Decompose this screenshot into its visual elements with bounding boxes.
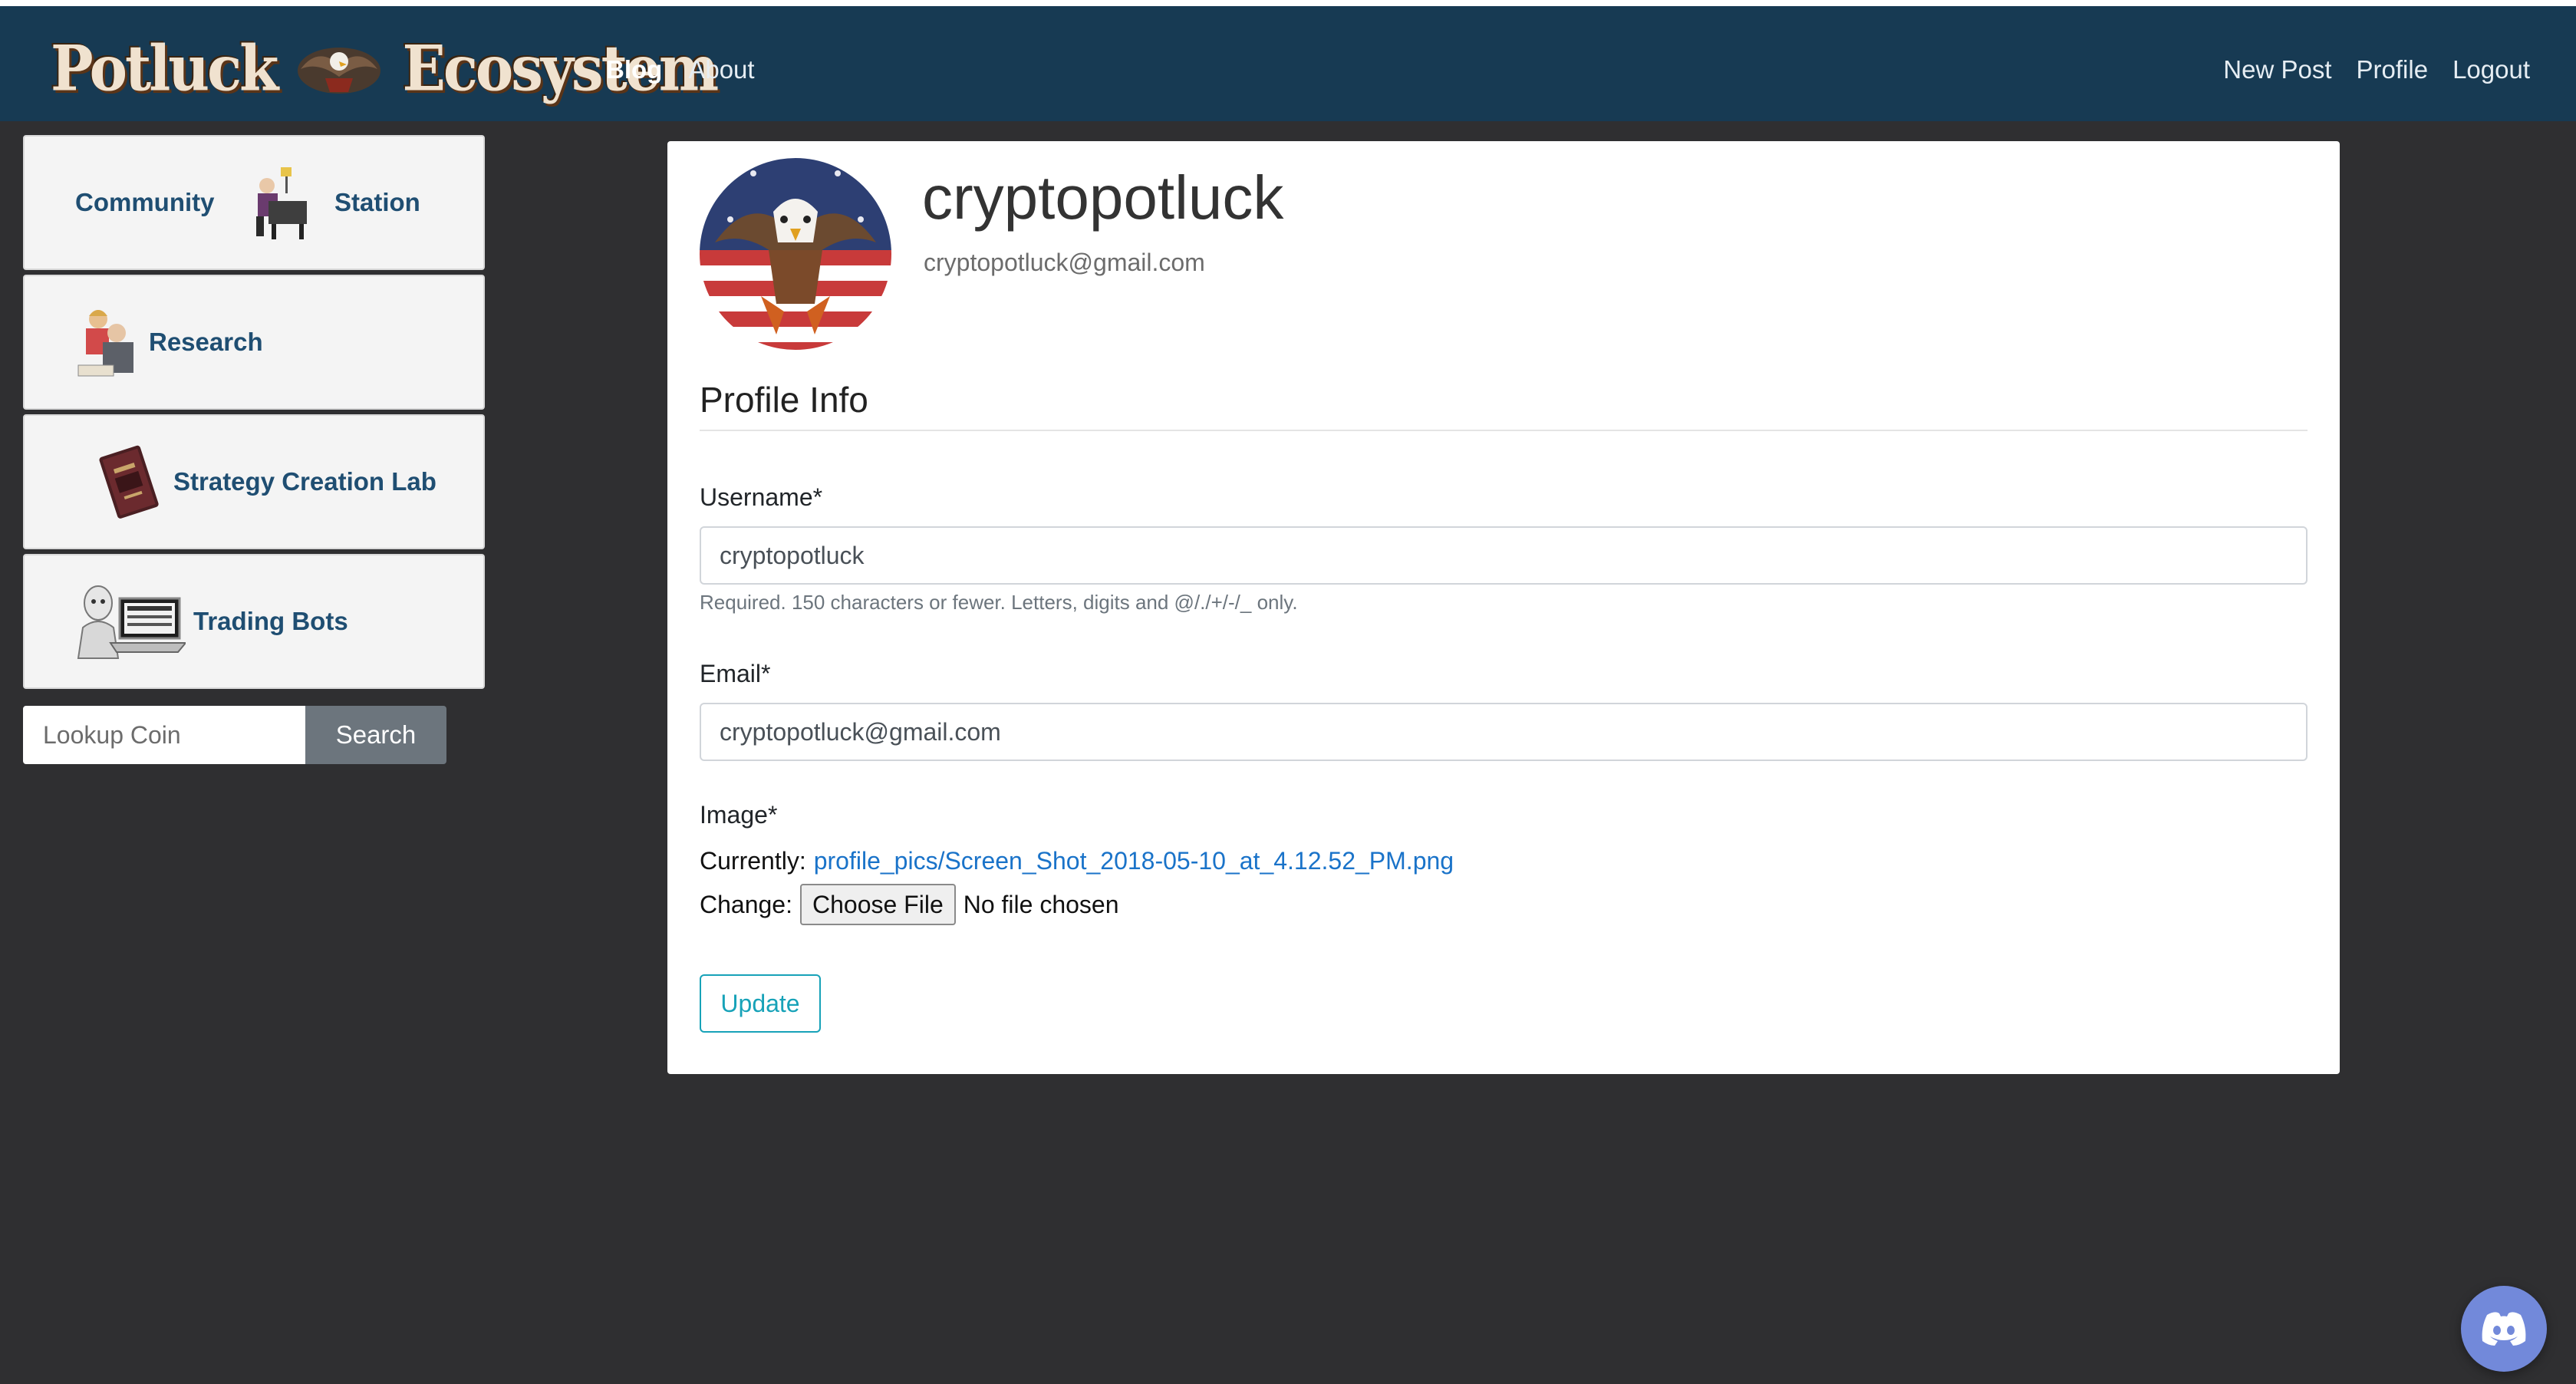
nav-about-link[interactable]: About [688, 55, 754, 84]
no-file-chosen-text: No file chosen [963, 890, 1119, 918]
discord-widget-button[interactable] [2461, 1286, 2547, 1372]
sidebar: Community Station Research Strategy Crea… [23, 135, 485, 694]
person-at-desk-icon [256, 167, 307, 239]
lookup-coin-form: Search [23, 706, 446, 764]
profile-email: cryptopotluck@gmail.com [924, 249, 1205, 276]
nav-left: Blog About [606, 12, 755, 127]
choose-file-button[interactable]: Choose File [799, 884, 956, 925]
current-image-row: Currently: profile_pics/Screen_Shot_2018… [700, 847, 1454, 875]
change-label: Change: [700, 890, 792, 918]
nav-blog-link[interactable]: Blog [606, 55, 662, 84]
legend-divider [700, 430, 2308, 431]
eagle-logo-icon [298, 48, 381, 94]
sidebar-item-strategy-creation-lab[interactable]: Strategy Creation Lab [23, 414, 485, 549]
profile-username: cryptopotluck [922, 163, 1284, 232]
sidebar-item-label: Research [149, 328, 263, 356]
sidebar-item-label: Trading Bots [193, 607, 348, 635]
search-button[interactable]: Search [305, 706, 446, 764]
eagle-flag-avatar-icon [700, 158, 891, 350]
nav-right: New Post Profile Logout [2223, 12, 2530, 127]
researchers-icon [77, 310, 133, 377]
robot-laptop-icon [77, 585, 186, 659]
currently-label: Currently: [700, 847, 806, 875]
sidebar-item-trading-bots[interactable]: Trading Bots [23, 554, 485, 689]
current-image-link[interactable]: profile_pics/Screen_Shot_2018-05-10_at_4… [814, 847, 1454, 875]
sidebar-item-research[interactable]: Research [23, 275, 485, 410]
nav-new-post-link[interactable]: New Post [2223, 55, 2331, 84]
navbar: Potluck Ecosystem Blog About New Post Pr… [0, 6, 2576, 121]
sidebar-item-community-station[interactable]: Community Station [23, 135, 485, 270]
discord-icon [2482, 1312, 2526, 1346]
sidebar-item-label: Strategy Creation Lab [173, 467, 436, 496]
profile-card: cryptopotluck cryptopotluck@gmail.com Pr… [667, 141, 2340, 1074]
top-strip [0, 0, 2576, 6]
image-label: Image* [700, 801, 778, 829]
username-help-text: Required. 150 characters or fewer. Lette… [700, 591, 1298, 614]
brand-word-left: Potluck [51, 32, 278, 106]
email-field[interactable] [700, 703, 2308, 761]
nav-logout-link[interactable]: Logout [2452, 55, 2530, 84]
sidebar-item-label: Community [75, 188, 215, 216]
username-label: Username* [700, 483, 823, 511]
avatar [700, 158, 891, 350]
update-button[interactable]: Update [700, 974, 821, 1033]
email-label: Email* [700, 660, 771, 687]
book-icon [99, 445, 159, 519]
nav-profile-link[interactable]: Profile [2357, 55, 2429, 84]
change-image-row: Change: Choose File No file chosen [700, 884, 1119, 925]
profile-info-legend: Profile Info [700, 380, 868, 420]
username-field[interactable] [700, 526, 2308, 585]
lookup-coin-input[interactable] [23, 706, 305, 764]
sidebar-item-label-2: Station [334, 188, 420, 216]
